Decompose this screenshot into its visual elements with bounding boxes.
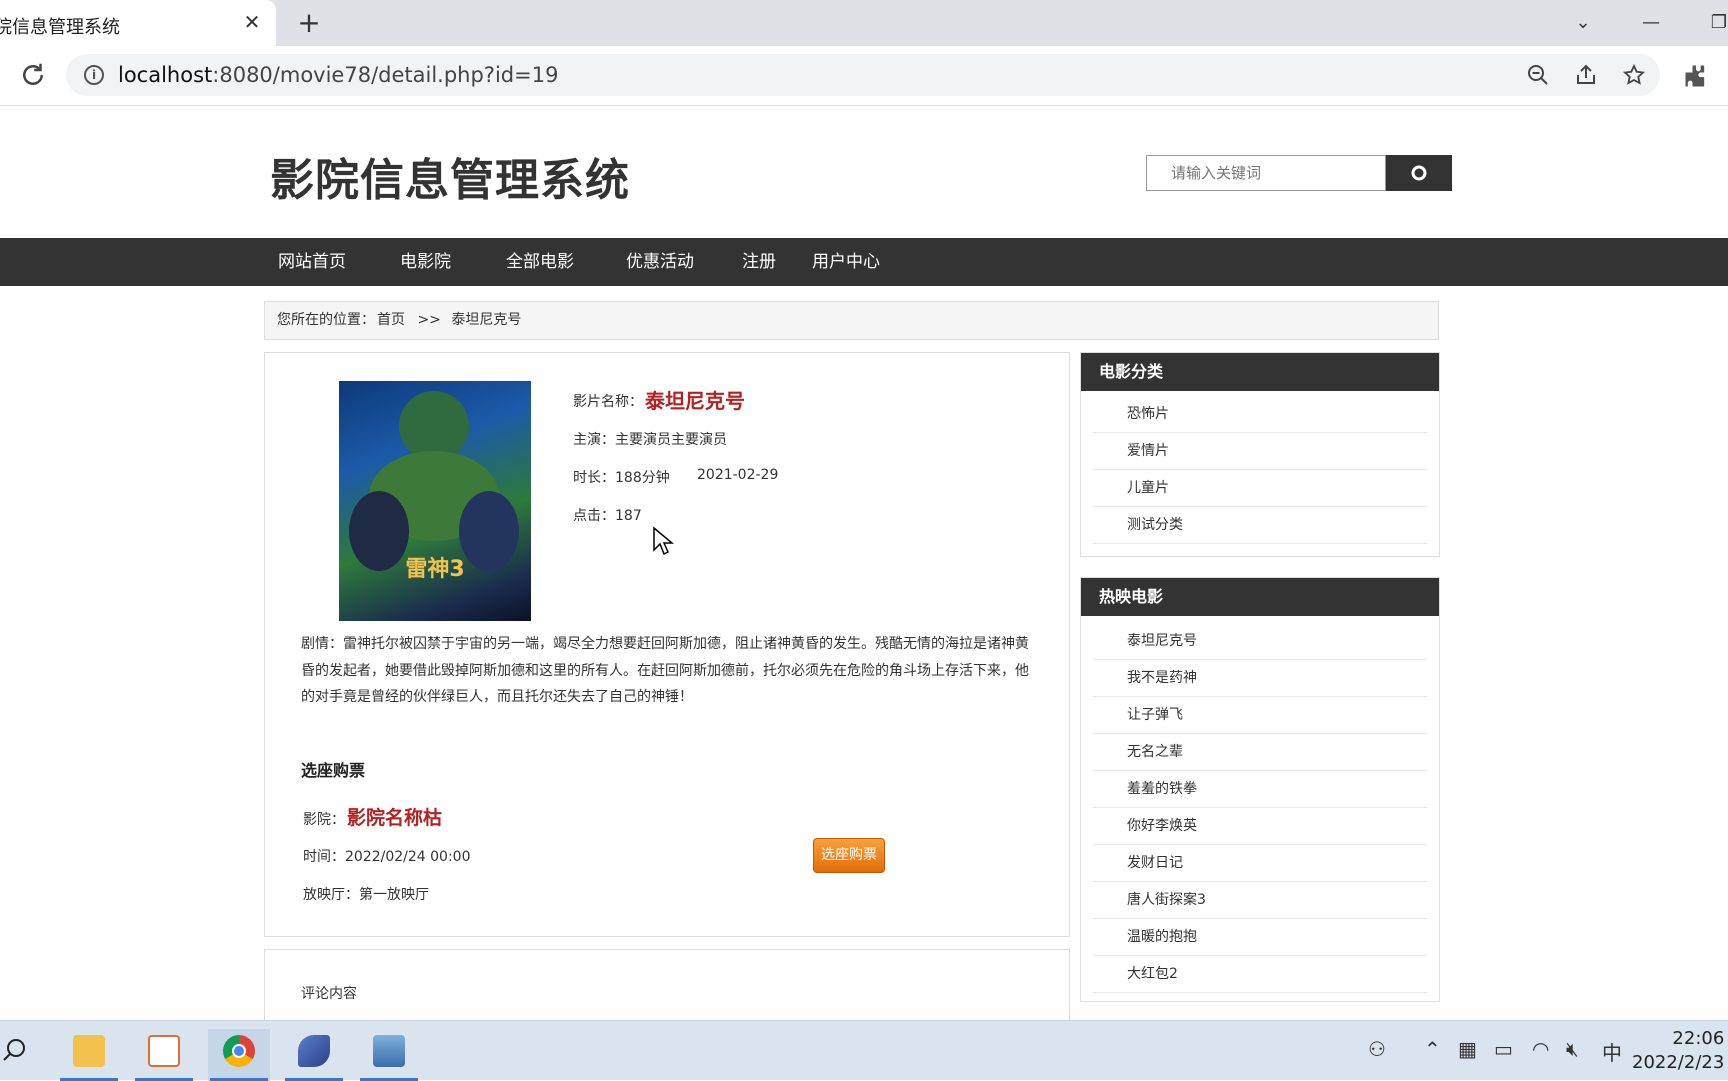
cinema-label: 影院： <box>303 812 345 828</box>
mouse-cursor-icon <box>653 526 674 556</box>
search-icon <box>1411 165 1427 181</box>
presentation-app-icon[interactable] <box>133 1029 195 1081</box>
dolphin-app-icon[interactable] <box>283 1029 345 1081</box>
new-tab-icon[interactable]: + <box>294 8 324 38</box>
minimize-icon[interactable]: — <box>1636 8 1666 38</box>
movie-detail-panel: 雷神3 影片名称： 泰坦尼克号 主演：主要演员主要演员 时长：188分钟 202… <box>264 352 1070 937</box>
movie-plot: 剧情：雷神托尔被囚禁于宇宙的另一端，竭尽全力想要赶回阿斯加德，阻止诸神黄昏的发生… <box>301 636 1029 705</box>
hot-movie-item[interactable]: 泰坦尼克号 <box>1093 623 1427 660</box>
movie-poster: 雷神3 <box>339 381 531 621</box>
movie-duration: 时长：188分钟 <box>573 470 670 486</box>
hot-movies-title: 热映电影 <box>1081 578 1439 616</box>
movie-name-label: 影片名称： <box>573 394 643 410</box>
hot-movie-item[interactable]: 发财日记 <box>1093 845 1427 882</box>
nav-promotions[interactable]: 优惠活动 <box>626 238 694 286</box>
hot-movie-item[interactable]: 我不是药神 <box>1093 660 1427 697</box>
select-seat-buy-button[interactable]: 选座购票 <box>813 838 885 873</box>
hot-movie-item[interactable]: 羞羞的铁拳 <box>1093 771 1427 808</box>
browser-tab[interactable]: 院信息管理系统 ✕ <box>0 0 276 46</box>
restore-icon[interactable]: ❐ <box>1704 8 1728 38</box>
battery-icon[interactable]: ▭ <box>1494 1037 1513 1061</box>
breadcrumb-home-link[interactable]: 首页 <box>377 312 405 328</box>
tray-app-icon[interactable]: ▦ <box>1458 1037 1477 1061</box>
clock-date: 2022/2/23 <box>1632 1052 1725 1073</box>
hot-movie-item[interactable]: 大红包2 <box>1093 956 1427 993</box>
nav-register[interactable]: 注册 <box>742 238 776 286</box>
movie-release-date: 2021-02-29 <box>697 467 779 483</box>
site-title: 影院信息管理系统 <box>270 155 630 206</box>
clock-time: 22:06 <box>1672 1028 1725 1049</box>
hot-movie-item[interactable]: 温暖的抱抱 <box>1093 919 1427 956</box>
tab-search-chevron-icon[interactable]: ⌄ <box>1568 8 1598 38</box>
cinema-name: 影院名称枯 <box>347 807 443 829</box>
browser-tab-bar: 院信息管理系统 ✕ + ⌄ — ❐ <box>0 0 1728 46</box>
nav-all-movies[interactable]: 全部电影 <box>506 238 574 286</box>
reload-icon[interactable] <box>18 60 48 90</box>
breadcrumb-prefix: 您所在的位置： <box>277 312 375 328</box>
hot-movie-item[interactable]: 无名之辈 <box>1093 734 1427 771</box>
search-icon[interactable] <box>2 1037 28 1063</box>
category-item[interactable]: 测试分类 <box>1093 507 1427 544</box>
movie-actors: 主演：主要演员主要演员 <box>573 432 727 448</box>
url-bar[interactable]: i localhost:8080/movie78/detail.php?id=1… <box>66 54 1660 96</box>
tab-title: 院信息管理系统 <box>0 17 120 38</box>
system-clock[interactable]: 22:06 2022/2/23 <box>1632 1027 1724 1075</box>
hot-movies-panel: 热映电影 泰坦尼克号 我不是药神 让子弹飞 无名之辈 羞羞的铁拳 你好李焕英 发… <box>1080 577 1440 1002</box>
categories-title: 电影分类 <box>1081 353 1439 391</box>
screening-hall: 放映厅：第一放映厅 <box>303 887 429 903</box>
nav-user-center[interactable]: 用户中心 <box>812 238 880 286</box>
nav-cinemas[interactable]: 电影院 <box>400 238 451 286</box>
category-item[interactable]: 爱情片 <box>1093 433 1427 470</box>
share-icon[interactable] <box>1574 63 1598 87</box>
bookmark-star-icon[interactable] <box>1622 63 1646 87</box>
breadcrumb-current: 泰坦尼克号 <box>451 312 522 328</box>
zoom-out-icon[interactable] <box>1526 63 1550 87</box>
nav-home[interactable]: 网站首页 <box>278 238 346 286</box>
hot-movie-item[interactable]: 让子弹飞 <box>1093 697 1427 734</box>
search-input[interactable] <box>1146 155 1386 191</box>
hot-movie-item[interactable]: 唐人街探案3 <box>1093 882 1427 919</box>
close-icon[interactable]: ✕ <box>240 10 264 34</box>
chevron-up-icon[interactable]: ⌃ <box>1424 1037 1441 1061</box>
search-button[interactable] <box>1386 155 1452 191</box>
ime-indicator[interactable]: 中 <box>1602 1037 1622 1066</box>
chrome-icon[interactable] <box>208 1029 270 1081</box>
movie-categories-panel: 电影分类 恐怖片 爱情片 儿童片 测试分类 <box>1080 352 1440 557</box>
showtime: 时间：2022/02/24 00:00 <box>303 849 471 865</box>
breadcrumb-separator: >> <box>417 312 441 328</box>
people-icon[interactable]: ⚇ <box>1368 1037 1386 1061</box>
file-explorer-icon[interactable] <box>58 1029 120 1081</box>
movie-clicks: 点击：187 <box>573 508 642 524</box>
comments-label: 评论内容 <box>301 986 357 1002</box>
category-item[interactable]: 儿童片 <box>1093 470 1427 507</box>
hot-movie-item[interactable]: 你好李焕英 <box>1093 808 1427 845</box>
windows-taskbar: ⚇ ⌃ ▦ ▭ ◠ 🔇︎ 中 22:06 2022/2/23 <box>0 1020 1728 1081</box>
ticket-section-title: 选座购票 <box>301 761 366 780</box>
browser-address-bar: i localhost:8080/movie78/detail.php?id=1… <box>0 46 1728 106</box>
volume-muted-icon[interactable]: 🔇︎ <box>1566 1037 1579 1061</box>
site-info-icon[interactable]: i <box>84 65 104 85</box>
breadcrumb: 您所在的位置： 首页 >> 泰坦尼克号 <box>264 301 1439 340</box>
poster-title-text: 雷神3 <box>405 557 465 582</box>
movie-name: 泰坦尼克号 <box>645 389 745 413</box>
comments-panel: 评论内容 <box>264 949 1070 1029</box>
site-header: 影院信息管理系统 <box>0 106 1728 238</box>
extensions-puzzle-icon[interactable] <box>1682 62 1710 90</box>
url-text[interactable]: localhost:8080/movie78/detail.php?id=19 <box>118 63 558 87</box>
network-app-icon[interactable] <box>358 1029 420 1081</box>
main-nav: 网站首页 电影院 全部电影 优惠活动 注册 用户中心 <box>0 238 1728 286</box>
category-item[interactable]: 恐怖片 <box>1093 396 1427 433</box>
wifi-icon[interactable]: ◠ <box>1532 1037 1549 1061</box>
